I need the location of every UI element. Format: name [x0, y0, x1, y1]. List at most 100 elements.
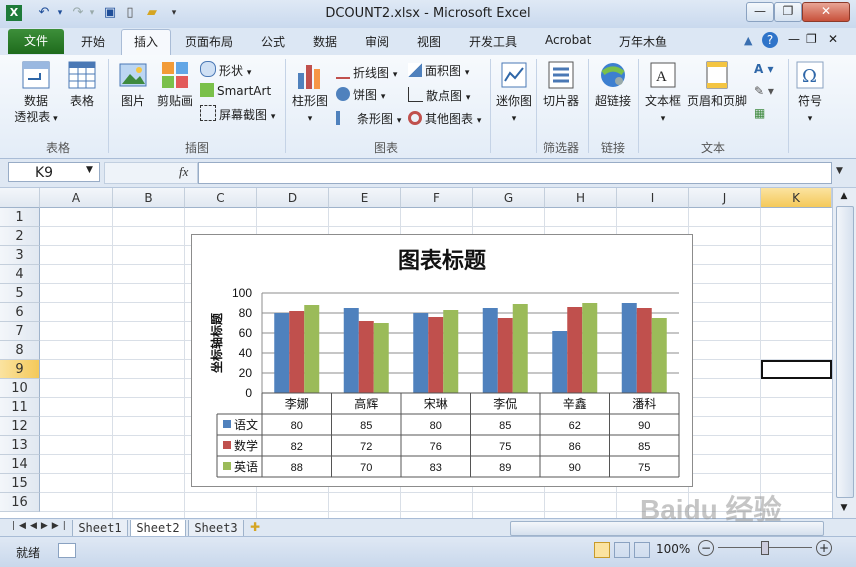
row-header[interactable]: 15 [0, 474, 40, 493]
column-gridline [184, 208, 185, 518]
object-icon[interactable]: ▦ [754, 105, 765, 121]
minimize-workbook-icon[interactable]: — [788, 32, 800, 46]
header-footer-label: 页眉和页脚 [686, 94, 747, 108]
zoom-slider-thumb[interactable] [761, 541, 769, 555]
column-header[interactable]: D [257, 188, 329, 208]
screenshot-button[interactable]: 屏幕截图 ▾ [200, 105, 275, 125]
row-header[interactable]: 13 [0, 436, 40, 455]
row-header[interactable]: 1 [0, 208, 40, 227]
clipart-button[interactable]: 剪贴画 [154, 59, 196, 109]
bar [482, 308, 498, 393]
column-header[interactable]: E [329, 188, 401, 208]
row-header[interactable]: 9 [0, 360, 40, 379]
wordart-icon[interactable]: A ▾ [754, 61, 774, 77]
zoom-level[interactable]: 100% [656, 542, 690, 556]
collapse-ribbon-icon[interactable]: ▲ [744, 34, 752, 47]
page-break-view-icon[interactable] [634, 542, 650, 558]
sparkline-button[interactable]: 迷你图 ▾ [494, 59, 534, 127]
zoom-out-icon[interactable]: − [698, 540, 714, 556]
signature-line-icon[interactable]: ✎ ▾ [754, 83, 774, 99]
active-cell-k9[interactable] [761, 360, 832, 379]
close-workbook-icon[interactable]: ✕ [828, 32, 838, 46]
restore-workbook-icon[interactable]: ❐ [806, 32, 817, 46]
symbol-button[interactable]: Ω 符号 ▾ [792, 59, 828, 127]
tab-home[interactable]: 开始 [81, 33, 105, 50]
hyperlink-button[interactable]: 超链接 [592, 59, 634, 109]
vertical-scrollbar[interactable]: ▲ ▼ [832, 188, 856, 518]
help-icon[interactable]: ? [762, 32, 778, 48]
tab-wannian[interactable]: 万年木鱼 [619, 33, 667, 50]
row-header[interactable]: 4 [0, 265, 40, 284]
scroll-thumb[interactable] [836, 206, 854, 498]
column-header[interactable]: A [40, 188, 113, 208]
select-all-corner[interactable] [0, 188, 40, 208]
minimize-button[interactable]: — [746, 2, 774, 22]
row-header[interactable]: 11 [0, 398, 40, 417]
column-header[interactable]: H [545, 188, 617, 208]
svg-text:Ω: Ω [802, 66, 817, 87]
scroll-down-icon[interactable]: ▼ [836, 500, 852, 516]
zoom-in-icon[interactable]: + [816, 540, 832, 556]
ribbon-insert: 数据 透视表 ▾ 表格 表格 图片 剪贴画 形状 ▾ SmartArt 屏幕截图… [0, 55, 856, 159]
column-chart-button[interactable]: 柱形图 ▾ [290, 59, 330, 127]
area-chart-button[interactable]: 面积图 ▾ [408, 63, 469, 81]
bar-chart-button[interactable]: 条形图 ▾ [336, 111, 401, 129]
header-footer-button[interactable]: 页眉和页脚 [686, 59, 748, 109]
tab-view[interactable]: 视图 [417, 33, 441, 50]
row-header[interactable]: 6 [0, 303, 40, 322]
row-header[interactable]: 10 [0, 379, 40, 398]
row-header[interactable]: 16 [0, 493, 40, 512]
insert-sheet-icon[interactable]: ✚ [250, 520, 260, 534]
page-layout-view-icon[interactable] [614, 542, 630, 558]
pie-chart-button[interactable]: 饼图 ▾ [336, 87, 385, 105]
tab-acrobat[interactable]: Acrobat [545, 33, 591, 47]
scatter-chart-button[interactable]: 散点图 ▾ [408, 87, 470, 106]
picture-button[interactable]: 图片 [114, 59, 152, 109]
sheet-tab-3[interactable]: Sheet3 [188, 520, 244, 537]
column-header[interactable]: B [113, 188, 185, 208]
embedded-chart[interactable]: 图表标题 坐标轴标题 0 20 40 60 80 100 李娜 高辉 宋琳 李侃 辛鑫 潘科 语文 80 85 8… [191, 234, 693, 487]
title-bar: X ↶ ▾ ↷ ▾ ▣ ▯ ▰ ▾ DCOUNT2.xlsx - Microso… [0, 0, 856, 29]
row-header[interactable]: 8 [0, 341, 40, 360]
column-header[interactable]: I [617, 188, 689, 208]
row-header[interactable]: 12 [0, 417, 40, 436]
pivot-table-button[interactable]: 数据 透视表 ▾ [12, 59, 60, 127]
macro-record-icon[interactable] [58, 543, 76, 558]
line-chart-button[interactable]: 折线图 ▾ [336, 63, 397, 83]
tab-formulas[interactable]: 公式 [261, 33, 285, 50]
formula-input[interactable] [198, 162, 832, 184]
textbox-button[interactable]: A 文本框 ▾ [642, 59, 684, 127]
screenshot-label: 屏幕截图 [219, 108, 268, 122]
tab-data[interactable]: 数据 [313, 33, 337, 50]
tab-file[interactable]: 文件 [8, 29, 64, 54]
tab-page-layout[interactable]: 页面布局 [185, 33, 233, 50]
column-header-selected[interactable]: K [761, 188, 832, 208]
smartart-button[interactable]: SmartArt [200, 83, 271, 99]
row-header[interactable]: 5 [0, 284, 40, 303]
close-button[interactable]: ✕ [802, 2, 850, 22]
row-header[interactable]: 7 [0, 322, 40, 341]
other-chart-button[interactable]: 其他图表 ▾ [408, 111, 481, 129]
tab-insert[interactable]: 插入 [121, 29, 171, 56]
row-header[interactable]: 2 [0, 227, 40, 246]
row-header[interactable]: 14 [0, 455, 40, 474]
sheet-tab-1[interactable]: Sheet1 [72, 520, 128, 537]
tab-developer[interactable]: 开发工具 [469, 33, 517, 50]
sheet-navigation-icons[interactable]: |◀◀▶▶| [12, 521, 70, 531]
table-button[interactable]: 表格 [64, 59, 100, 109]
restore-button[interactable]: ❐ [774, 2, 802, 22]
shapes-button[interactable]: 形状 ▾ [200, 61, 251, 81]
column-header[interactable]: G [473, 188, 545, 208]
column-header[interactable]: F [401, 188, 473, 208]
normal-view-icon[interactable] [594, 542, 610, 558]
slicer-button[interactable]: 切片器 [540, 59, 582, 109]
sheet-tab-2-active[interactable]: Sheet2 [130, 520, 186, 537]
insert-function-icon[interactable]: fx [179, 164, 188, 180]
expand-formula-bar-icon[interactable]: ▼ [836, 166, 843, 176]
tab-review[interactable]: 审阅 [365, 33, 389, 50]
column-header[interactable]: J [689, 188, 761, 208]
scroll-up-icon[interactable]: ▲ [836, 188, 852, 204]
name-box-dropdown-icon[interactable]: ▼ [86, 165, 93, 175]
column-header[interactable]: C [185, 188, 257, 208]
row-header[interactable]: 3 [0, 246, 40, 265]
